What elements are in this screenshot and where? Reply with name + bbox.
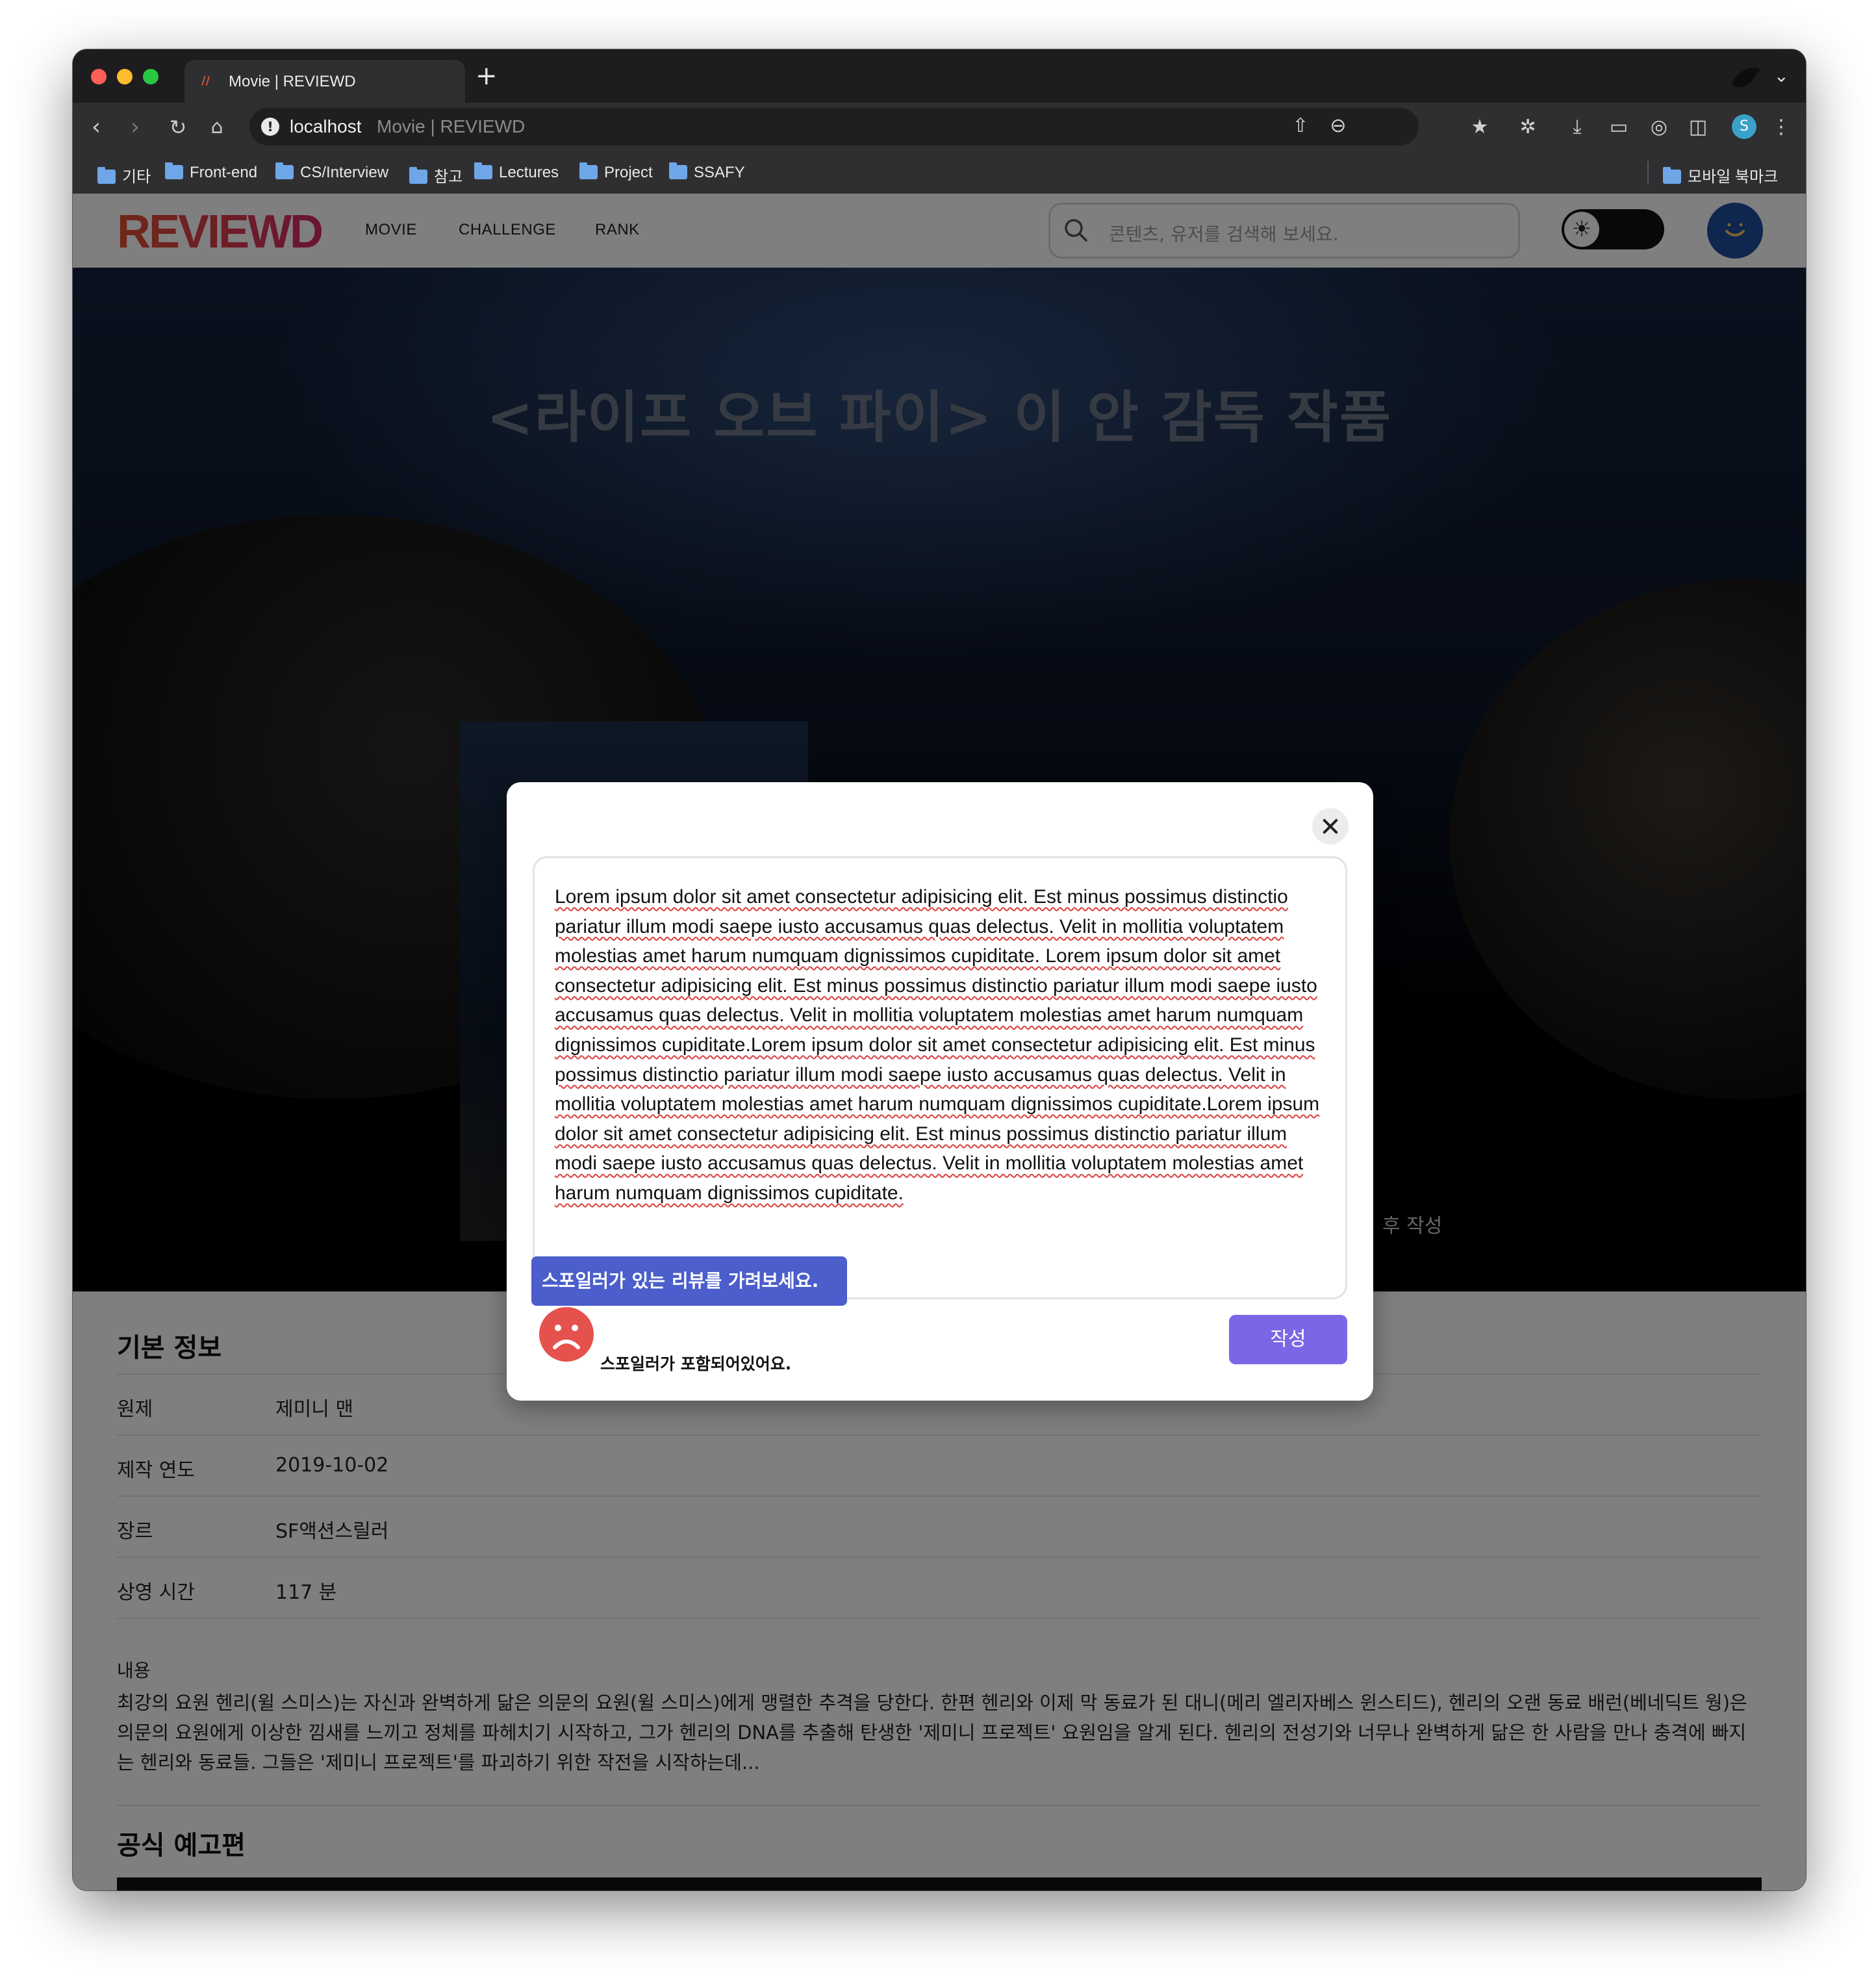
review-text[interactable]: Lorem ipsum dolor sit amet consectetur a… xyxy=(555,882,1334,1208)
cast-icon[interactable]: ▭ xyxy=(1607,116,1630,139)
sad-face-icon[interactable] xyxy=(538,1306,595,1363)
spoiler-tooltip: 스포일러가 있는 리뷰를 가려보세요. xyxy=(531,1256,847,1306)
bookmark-label: SSAFY xyxy=(694,164,745,181)
address-bar[interactable]: ! localhost Movie | REVIEWD ⇧ ⊖ xyxy=(249,108,1419,146)
browser-window: // Movie | REVIEWD + ⌄ ‹ › ↻ ⌂ ! localho… xyxy=(73,49,1806,1890)
bookmark-separator xyxy=(1647,161,1649,184)
extensions-icon[interactable]: ✲ xyxy=(1516,116,1540,139)
bookmark-folder[interactable]: Project xyxy=(579,162,653,183)
bookmark-folder[interactable]: 기타 xyxy=(97,164,151,186)
review-modal: Lorem ipsum dolor sit amet consectetur a… xyxy=(507,782,1373,1401)
bookmark-folder[interactable]: CS/Interview xyxy=(275,162,389,183)
home-icon[interactable]: ⌂ xyxy=(203,113,231,142)
close-window-button[interactable] xyxy=(91,69,107,84)
tab-list-chevron-icon[interactable]: ⌄ xyxy=(1774,65,1789,86)
folder-icon xyxy=(579,162,598,179)
share-icon[interactable]: ⇧ xyxy=(1289,114,1312,138)
favicon-icon: // xyxy=(201,74,210,88)
bookmark-label: Front-end xyxy=(190,164,258,181)
bookmark-label: 모바일 북마크 xyxy=(1688,168,1779,186)
new-tab-button[interactable]: + xyxy=(475,60,498,92)
info-icon[interactable]: ! xyxy=(261,118,279,136)
bookmarks-bar: 기타 Front-end CS/Interview 참고 Lectures Pr… xyxy=(73,152,1806,194)
close-icon[interactable] xyxy=(1312,808,1349,845)
submit-button[interactable]: 작성 xyxy=(1229,1315,1347,1364)
tab-title: Movie | REVIEWD xyxy=(229,73,356,90)
bookmark-label: 기타 xyxy=(122,168,151,186)
tab-bar: // Movie | REVIEWD + ⌄ xyxy=(73,49,1806,103)
folder-icon xyxy=(474,162,492,179)
forward-icon[interactable]: › xyxy=(121,113,149,142)
mobile-bookmarks-folder[interactable]: 모바일 북마크 xyxy=(1663,164,1779,186)
browser-tab[interactable]: // Movie | REVIEWD xyxy=(184,60,465,103)
reload-icon[interactable]: ↻ xyxy=(164,113,192,142)
minimize-window-button[interactable] xyxy=(117,69,133,84)
url-page-title: Movie | REVIEWD xyxy=(377,116,526,136)
screenshot-icon[interactable]: ◎ xyxy=(1647,116,1671,139)
menu-icon[interactable]: ⋮ xyxy=(1769,116,1793,139)
download-icon[interactable]: ⤓ xyxy=(1565,116,1589,139)
back-icon[interactable]: ‹ xyxy=(82,113,110,142)
bookmark-label: CS/Interview xyxy=(300,164,389,181)
url-host: localhost xyxy=(290,116,362,136)
bookmark-folder[interactable]: SSAFY xyxy=(669,162,745,183)
bookmark-label: Lectures xyxy=(499,164,559,181)
folder-icon xyxy=(165,162,183,179)
folder-icon xyxy=(97,167,116,184)
web-page: REVIEWD MOVIE CHALLENGE RANK 콘텐츠, 유저를 검색… xyxy=(73,194,1806,1890)
bookmark-folder[interactable]: Lectures xyxy=(474,162,559,183)
zoom-window-button[interactable] xyxy=(143,69,158,84)
bookmark-label: 참고 xyxy=(434,168,463,186)
bookmark-label: Project xyxy=(604,164,653,181)
bookmark-folder[interactable]: 참고 xyxy=(409,164,463,186)
browser-toolbar: ‹ › ↻ ⌂ ! localhost Movie | REVIEWD ⇧ ⊖ … xyxy=(73,103,1806,152)
folder-icon xyxy=(275,162,294,179)
bookmark-folder[interactable]: Front-end xyxy=(165,162,258,183)
folder-icon xyxy=(409,167,427,184)
zoom-icon[interactable]: ⊖ xyxy=(1326,114,1350,138)
spoiler-label: 스포일러가 포함되어있어요. xyxy=(600,1354,792,1373)
folder-icon xyxy=(669,162,687,179)
folder-icon xyxy=(1663,167,1681,184)
profile-avatar[interactable]: S xyxy=(1732,114,1756,139)
favorites-icon[interactable]: ★ xyxy=(1468,116,1491,139)
bird-profile-icon[interactable] xyxy=(1727,58,1766,97)
sidebar-icon[interactable]: ◫ xyxy=(1686,116,1710,139)
